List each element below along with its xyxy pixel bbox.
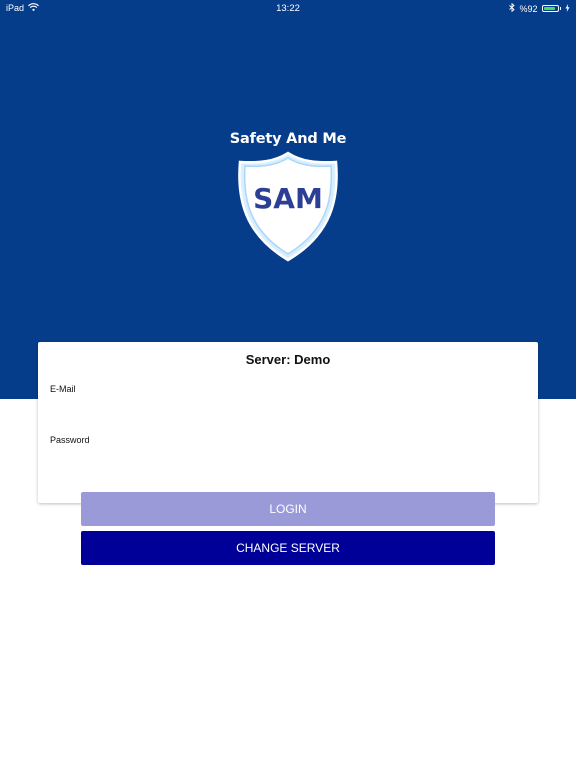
logo-title: Safety And Me xyxy=(229,131,347,147)
battery-percent: %92 xyxy=(519,3,538,14)
logo-text: SAM xyxy=(253,182,323,215)
status-bar: iPad 13:22 %92 xyxy=(0,0,576,16)
password-label: Password xyxy=(50,435,90,445)
login-button[interactable]: LOGIN xyxy=(81,492,495,526)
battery-tip xyxy=(559,7,561,10)
battery-level xyxy=(543,7,556,10)
charging-icon xyxy=(565,3,570,14)
bluetooth-icon xyxy=(509,2,516,14)
server-label: Server: Demo xyxy=(245,352,331,367)
sam-logo: Safety And Me SAM xyxy=(228,128,348,262)
status-right: %92 xyxy=(509,2,570,14)
email-label: E-Mail xyxy=(50,384,76,394)
password-field[interactable] xyxy=(50,449,526,471)
battery-icon xyxy=(541,5,559,12)
email-field[interactable] xyxy=(50,398,526,420)
change-server-button[interactable]: CHANGE SERVER xyxy=(81,531,495,565)
login-card: Server: Demo E-Mail Password xyxy=(38,342,538,503)
status-time: 13:22 xyxy=(276,3,300,14)
